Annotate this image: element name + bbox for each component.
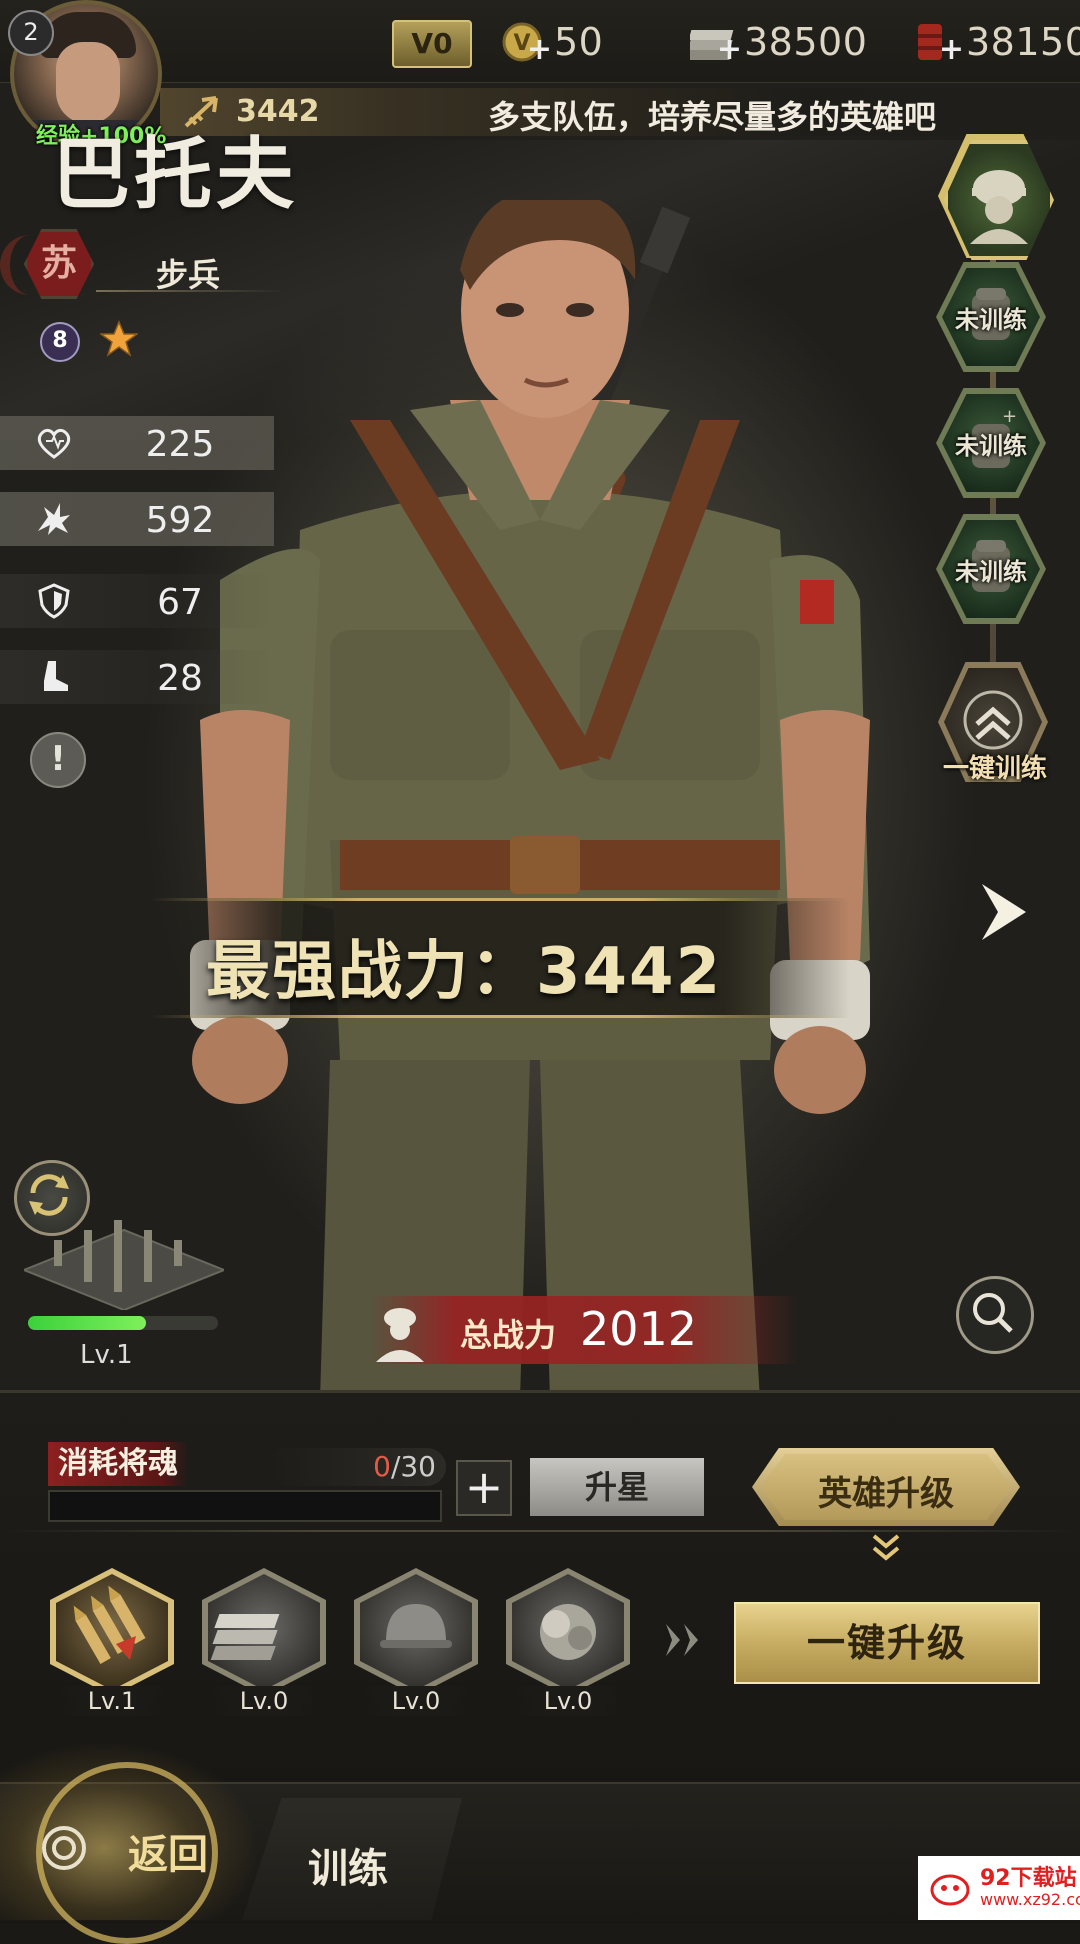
stat-speed-value: 28 [157,658,203,699]
back-button[interactable]: 返回 [128,1822,208,1880]
hero-upgrade-label: 英雄升级 [818,1474,954,1514]
one-key-train-label: 一键训练 [942,754,1047,784]
boot-icon [44,661,68,691]
soul-total: /30 [390,1450,436,1483]
stat-attack-value: 592 [145,500,215,541]
hero-portrait [190,200,870,1400]
attack-burst-icon [38,503,70,535]
stat-speed: 28 [0,650,274,704]
equipment-slot-1[interactable]: Lv.1 [50,1568,180,1718]
soldier-icon [376,1308,424,1362]
training-slot-3-label: 未训练 [955,558,1027,586]
gold-amount: 50 [554,20,604,64]
equipment-2-level: Lv.0 [212,1686,316,1716]
watermark: 92下载站 www.xz92.com [918,1856,1080,1920]
soul-count: 0/30 [266,1448,446,1486]
equipment-slot-4[interactable]: Lv.0 [506,1568,636,1718]
soul-current: 0 [373,1450,391,1483]
cash-amount: 38500 [744,20,868,64]
svg-text:+: + [1002,406,1017,427]
panel-divider [0,1530,1080,1532]
hero-rank-badge: 8 [40,322,80,362]
training-slot-2-label: 未训练 [955,432,1027,460]
next-hero-arrow-icon[interactable] [976,878,1032,946]
stat-defense: 67 [0,574,274,628]
type-underline [96,290,286,292]
target-icon [42,1826,86,1870]
double-chevron-right-icon [666,1624,698,1656]
one-key-upgrade-button[interactable]: 一键升级 [734,1602,1040,1684]
watermark-url: www.xz92.com [980,1890,1080,1909]
total-power-value: 2012 [580,1302,698,1356]
total-power-label: 总战力 [460,1316,557,1354]
vip-badge[interactable]: V0 [392,20,472,68]
watermark-title: 92下载站 [980,1866,1077,1891]
stat-defense-value: 67 [157,582,203,623]
troop-progress-fill [28,1316,146,1330]
resource-cash[interactable]: + 38500 [687,18,868,66]
resource-gold[interactable]: V + 50 [500,18,603,66]
chevron-down-icon [872,1534,900,1561]
soldier-helmet-icon [970,170,1028,244]
equipment-4-level: Lv.0 [516,1686,620,1716]
fuel-amount: 38150 [966,20,1080,64]
star-up-button[interactable]: 升星 [530,1458,704,1516]
resource-fuel[interactable]: + 38150 [912,18,1080,66]
gold-coin-icon: V + [500,20,552,65]
power-arrow-icon [184,96,218,128]
hero-upgrade-button[interactable]: 英雄升级 [752,1448,1020,1526]
stat-hp-value: 225 [145,424,215,465]
add-soul-button[interactable]: + [456,1460,512,1516]
hero-info-button[interactable]: ! [30,732,86,788]
stat-attack: 592 [0,492,274,546]
equipment-1-level: Lv.1 [60,1686,164,1716]
zoom-button[interactable] [956,1276,1034,1354]
nation-emblem: 苏 [0,205,300,315]
stat-hp: 225 [0,416,274,470]
player-power-value: 3442 [236,94,320,129]
magnifier-icon [973,1293,1013,1333]
hint-text: 多支队伍，培养尽量多的英雄吧 [488,98,937,136]
fuel-barrel-icon: + [912,20,964,65]
player-level-badge: 2 [8,10,54,56]
shield-icon [38,583,70,619]
training-slot-1-label: 未训练 [955,306,1027,334]
soul-progress-bar [48,1490,442,1522]
equipment-slot-3[interactable]: Lv.0 [354,1568,484,1718]
troop-formation-icon [24,1220,224,1310]
heart-icon [37,428,71,459]
watermark-logo-icon [930,1874,970,1906]
strongest-power-text: 最强战力：3442 [206,935,723,1009]
troop-level: Lv.1 [80,1340,133,1370]
strongest-power-banner: 最强战力：3442 [150,898,850,1018]
cash-stack-icon: + [687,20,742,65]
equipment-3-level: Lv.0 [364,1686,468,1716]
consume-soul-label: 消耗将魂 [48,1442,188,1486]
star-icon [100,320,138,357]
equipment-slot-2[interactable]: Lv.0 [202,1568,332,1718]
tab-train-label[interactable]: 训练 [308,1836,388,1894]
